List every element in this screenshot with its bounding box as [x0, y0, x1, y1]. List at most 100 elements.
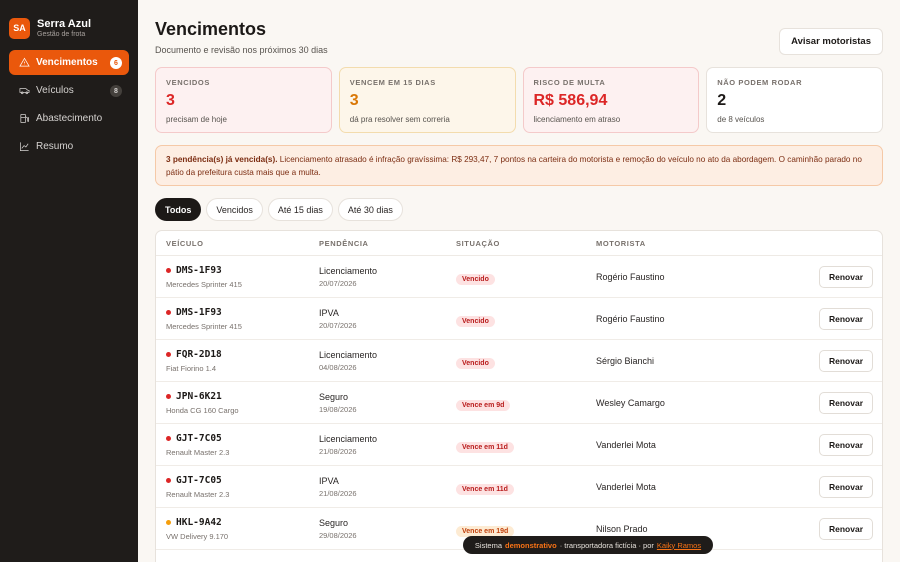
- status-dot-icon: [166, 435, 171, 441]
- driver-name: Nilson Prado: [596, 523, 648, 534]
- action-cell: Renovar: [814, 307, 882, 330]
- plate-text: JPN-6K21: [176, 390, 222, 402]
- plate-text: DMS-1F93: [176, 264, 222, 276]
- sidebar-item-label: Abastecimento: [36, 113, 103, 124]
- pending-cell: IPVA 21/08/2026: [319, 476, 456, 498]
- pending-cell: Seguro 19/08/2026: [319, 392, 456, 414]
- main-content: Vencimentos Documento e revisão nos próx…: [138, 0, 900, 562]
- footer-middle: · transportadora fictícia · por: [559, 540, 654, 550]
- filter-vencidos[interactable]: Vencidos: [206, 198, 263, 221]
- status-badge: Vence em 11d: [456, 483, 514, 495]
- pending-type: Seguro: [319, 517, 349, 528]
- card-label: NÃO PODEM RODAR: [717, 78, 803, 87]
- card-label: VENCEM EM 15 DIAS: [349, 78, 436, 87]
- filter-tabs: Todos Vencidos Até 15 dias Até 30 dias: [155, 198, 403, 221]
- driver-name: Sérgio Bianchi: [596, 355, 655, 366]
- action-cell: Renovar: [814, 433, 882, 456]
- pending-date: 21/08/2026: [319, 488, 357, 498]
- sidebar-item-label: Veículos: [36, 85, 74, 96]
- renew-button[interactable]: Renovar: [818, 433, 873, 456]
- vehicle-model: Honda CG 160 Cargo: [166, 405, 239, 415]
- action-cell: Renovar: [814, 517, 882, 540]
- renew-button[interactable]: Renovar: [818, 307, 873, 330]
- fuel-icon: [18, 113, 30, 125]
- sidebar-item-badge: 8: [110, 85, 122, 97]
- card-note: precisam de hoje: [166, 115, 227, 124]
- card-label: RISCO DE MULTA: [533, 78, 606, 87]
- card-value: 2: [717, 92, 727, 109]
- pending-type: Seguro: [319, 391, 349, 402]
- vehicle-model: Mercedes Sprinter 415: [166, 279, 242, 289]
- card-value: R$ 586,94: [533, 92, 608, 109]
- summary-cards: VENCIDOS 3 precisam de hoje VENCEM EM 15…: [155, 67, 883, 133]
- table-row: JPN-6K21 Honda CG 160 Cargo Seguro 19/08/20…: [156, 382, 882, 424]
- pending-cell: Seguro 29/08/2026: [319, 518, 456, 540]
- vehicle-plate: GJT-7C05: [166, 433, 319, 444]
- pending-type: IPVA: [319, 307, 339, 318]
- status-cell: Vence em 11d: [456, 478, 596, 496]
- pending-type: Licenciamento: [319, 349, 378, 360]
- pending-date: 21/08/2026: [319, 446, 357, 456]
- plate-text: DMS-1F93: [176, 306, 222, 318]
- status-dot-icon: [166, 519, 171, 525]
- brand-name: Serra Azul: [37, 17, 92, 30]
- plate-text: FQR-2D18: [176, 348, 222, 360]
- filter-ate-30-dias[interactable]: Até 30 dias: [337, 198, 403, 221]
- filter-ate-15-dias[interactable]: Até 15 dias: [267, 198, 333, 221]
- vehicle-model: VW Delivery 9.170: [166, 531, 229, 541]
- expirations-table: VEÍCULO PENDÊNCIA SITUAÇÃO MOTORISTA DMS…: [155, 230, 883, 562]
- vehicle-plate: GJT-7C05: [166, 475, 319, 486]
- driver-name: Rogério Faustino: [596, 313, 665, 324]
- renew-button[interactable]: Renovar: [818, 475, 873, 498]
- sidebar-item-label: Vencimentos: [36, 57, 98, 68]
- table-header: VEÍCULO PENDÊNCIA SITUAÇÃO MOTORISTA: [156, 231, 882, 256]
- pending-cell: Licenciamento 04/08/2026: [319, 350, 456, 372]
- vehicle-plate: HKL-9A42: [166, 517, 319, 528]
- card-note: licenciamento em atraso: [533, 115, 621, 124]
- driver-name: Vanderlei Mota: [596, 481, 656, 492]
- status-cell: Vence em 11d: [456, 436, 596, 454]
- sidebar-item-badge: 6: [110, 57, 122, 69]
- pending-date: 20/07/2026: [319, 320, 357, 330]
- card-value: 3: [349, 92, 359, 109]
- page-header: Vencimentos Documento e revisão nos próx…: [155, 18, 328, 55]
- sidebar-item-vencimentos[interactable]: Vencimentos 6: [9, 50, 129, 75]
- vehicle-model: Mercedes Sprinter 415: [166, 321, 242, 331]
- card-label: VENCIDOS: [166, 78, 210, 87]
- filter-todos[interactable]: Todos: [155, 198, 202, 221]
- renew-button[interactable]: Renovar: [818, 265, 873, 288]
- status-cell: Vence em 9d: [456, 394, 596, 412]
- table-row: DMS-1F93 Mercedes Sprinter 415 IPVA 20/07/2…: [156, 298, 882, 340]
- vehicle-plate: JPN-6K21: [166, 391, 319, 402]
- card-note: de 8 veículos: [717, 115, 765, 124]
- status-badge: Vence em 19d: [456, 525, 515, 537]
- status-dot-icon: [166, 351, 171, 357]
- card-risco-multa: RISCO DE MULTA R$ 586,94 licenciamento e…: [522, 67, 700, 133]
- sidebar-item-veiculos[interactable]: Veículos 8: [9, 78, 129, 103]
- sidebar-item-abastecimento[interactable]: Abastecimento: [9, 106, 129, 131]
- sidebar: SA Serra Azul Gestão de frota Vencimento…: [0, 0, 138, 562]
- vehicle-cell: FQR-2D18 Fiat Fiorino 1.4: [156, 349, 319, 373]
- renew-button[interactable]: Renovar: [818, 349, 873, 372]
- van-icon: [18, 85, 30, 97]
- status-cell: Vence em 19d: [456, 520, 596, 538]
- pending-date: 20/07/2026: [319, 278, 357, 288]
- table-row: GJT-7C05 Renault Master 2.3 IPVA 21/08/2026…: [156, 466, 882, 508]
- warning-icon: [18, 57, 30, 69]
- pending-type: Licenciamento: [319, 265, 378, 276]
- column-header-motorista: MOTORISTA: [596, 238, 646, 248]
- renew-button[interactable]: Renovar: [818, 391, 873, 414]
- driver-name: Rogério Faustino: [596, 271, 665, 282]
- action-cell: Renovar: [814, 475, 882, 498]
- author-link[interactable]: Kaiky Ramos: [657, 541, 701, 550]
- status-cell: Vencido: [456, 268, 596, 286]
- footer-prefix: Sistema: [474, 540, 502, 550]
- pending-date: 29/08/2026: [319, 530, 357, 540]
- notify-drivers-button[interactable]: Avisar motoristas: [779, 28, 883, 55]
- sidebar-item-resumo[interactable]: Resumo: [9, 134, 129, 159]
- card-note: dá pra resolver sem correria: [349, 115, 450, 124]
- card-value: 3: [166, 92, 175, 109]
- sidebar-nav: Vencimentos 6 Veículos 8 Abastecimento R…: [0, 44, 138, 159]
- status-dot-icon: [166, 393, 171, 399]
- renew-button[interactable]: Renovar: [818, 517, 873, 540]
